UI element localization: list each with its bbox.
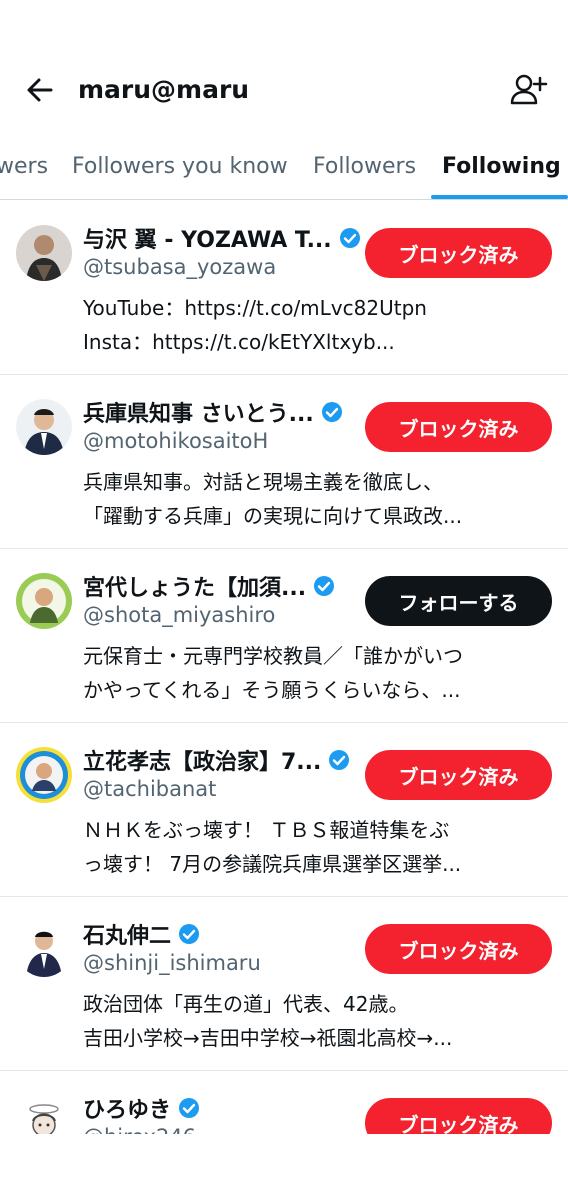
blocked-button[interactable]: ブロック済み — [365, 402, 552, 452]
user-bio: YouTube：https://t.co/mLvc82Utpn Insta：ht… — [83, 291, 553, 359]
bio-line: ＮＨＫをぶっ壊す！ ＴＢＳ報道特集をぶ — [83, 818, 450, 842]
display-name[interactable]: 石丸伸二 — [83, 918, 171, 950]
bio-line: かやってくれる」そう願うくらいなら、... — [83, 678, 461, 702]
avatar[interactable] — [16, 1095, 72, 1134]
verified-badge-icon — [321, 402, 342, 422]
avatar[interactable] — [16, 747, 72, 803]
blocked-button[interactable]: ブロック済み — [365, 1098, 552, 1134]
user-row[interactable]: 立花孝志【政治家】7... @tachibanat ブロック済み ＮＨＫをぶっ壊… — [0, 723, 568, 897]
user-handle: @tachibanat — [83, 777, 217, 801]
user-handle: @shota_miyashiro — [83, 603, 276, 627]
user-handle: @tsubasa_yozawa — [83, 255, 277, 279]
verified-badge-icon — [179, 924, 200, 944]
display-name[interactable]: 立花孝志【政治家】7... — [83, 744, 321, 776]
name-line: ひろゆき — [83, 1091, 201, 1125]
display-name[interactable]: ひろゆき — [83, 1092, 171, 1124]
bio-line: 兵庫県知事。対話と現場主義を徹底し、 — [83, 470, 443, 494]
bio-line: 「躍動する兵庫」の実現に向けて県政改... — [83, 504, 463, 528]
tab-bar: wers Followers you know Followers Follow… — [0, 140, 568, 200]
bio-line: 元保育士・元専門学校教員／「誰かがいつ — [83, 644, 463, 668]
verified-badge-icon — [339, 228, 360, 248]
verified-badge-icon — [179, 1098, 200, 1118]
display-name[interactable]: 宮代しょうた【加須... — [83, 570, 306, 602]
user-row[interactable]: ひろゆき @hirox246 ブロック済み — [0, 1071, 568, 1134]
follow-button[interactable]: フォローする — [365, 576, 552, 626]
avatar[interactable] — [16, 573, 72, 629]
display-name[interactable]: 与沢 翼 - YOZAWA T... — [83, 222, 332, 254]
user-bio: ＮＨＫをぶっ壊す！ ＴＢＳ報道特集をぶ っ壊す！ 7月の参議院兵庫県選挙区選挙.… — [83, 813, 553, 881]
user-handle: @hirox246 — [83, 1125, 196, 1134]
name-line: 石丸伸二 — [83, 917, 201, 951]
avatar[interactable] — [16, 921, 72, 977]
user-row[interactable]: 宮代しょうた【加須... @shota_miyashiro フォローする 元保育… — [0, 549, 568, 723]
blocked-button[interactable]: ブロック済み — [365, 750, 552, 800]
top-bar: maru@maru — [0, 0, 568, 140]
user-bio: 元保育士・元専門学校教員／「誰かがいつ かやってくれる」そう願うくらいなら、..… — [83, 639, 553, 707]
display-name[interactable]: 兵庫県知事 さいとう... — [83, 396, 314, 428]
bio-line: Insta：https://t.co/kEtYXltxyb... — [83, 330, 395, 354]
bio-line: YouTube：https://t.co/mLvc82Utpn — [83, 296, 427, 320]
name-line: 与沢 翼 - YOZAWA T... — [83, 221, 362, 255]
add-user-icon[interactable] — [508, 70, 548, 110]
user-handle: @shinji_ishimaru — [83, 951, 261, 975]
verified-badge-icon — [329, 750, 350, 770]
user-row[interactable]: 兵庫県知事 さいとう... @motohikosaitoH ブロック済み 兵庫県… — [0, 375, 568, 549]
page-title: maru@maru — [78, 75, 250, 104]
following-list: 与沢 翼 - YOZAWA T... @tsubasa_yozawa ブロック済… — [0, 201, 568, 1134]
tab-followers-partial[interactable]: wers — [0, 152, 48, 182]
active-tab-indicator — [431, 195, 568, 199]
blocked-button[interactable]: ブロック済み — [365, 924, 552, 974]
bio-line: っ壊す！ 7月の参議院兵庫県選挙区選挙... — [83, 852, 462, 876]
name-line: 宮代しょうた【加須... — [83, 569, 336, 603]
user-row[interactable]: 与沢 翼 - YOZAWA T... @tsubasa_yozawa ブロック済… — [0, 201, 568, 375]
tab-followers[interactable]: Followers — [313, 152, 416, 182]
user-bio: 兵庫県知事。対話と現場主義を徹底し、 「躍動する兵庫」の実現に向けて県政改... — [83, 465, 553, 533]
verified-badge-icon — [314, 576, 335, 596]
tab-following[interactable]: Following — [442, 152, 561, 182]
avatar[interactable] — [16, 225, 72, 281]
name-line: 兵庫県知事 さいとう... — [83, 395, 344, 429]
tab-followers-you-know[interactable]: Followers you know — [72, 152, 288, 182]
user-row[interactable]: 石丸伸二 @shinji_ishimaru ブロック済み 政治団体「再生の道」代… — [0, 897, 568, 1071]
arrow-left-icon[interactable] — [22, 72, 58, 108]
name-line: 立花孝志【政治家】7... — [83, 743, 351, 777]
user-handle: @motohikosaitoH — [83, 429, 269, 453]
user-bio: 政治団体「再生の道」代表、42歳。 吉田小学校→吉田中学校→祇園北高校→... — [83, 987, 553, 1055]
bio-line: 吉田小学校→吉田中学校→祇園北高校→... — [83, 1026, 453, 1050]
bio-line: 政治団体「再生の道」代表、42歳。 — [83, 992, 409, 1016]
blocked-button[interactable]: ブロック済み — [365, 228, 552, 278]
avatar[interactable] — [16, 399, 72, 455]
